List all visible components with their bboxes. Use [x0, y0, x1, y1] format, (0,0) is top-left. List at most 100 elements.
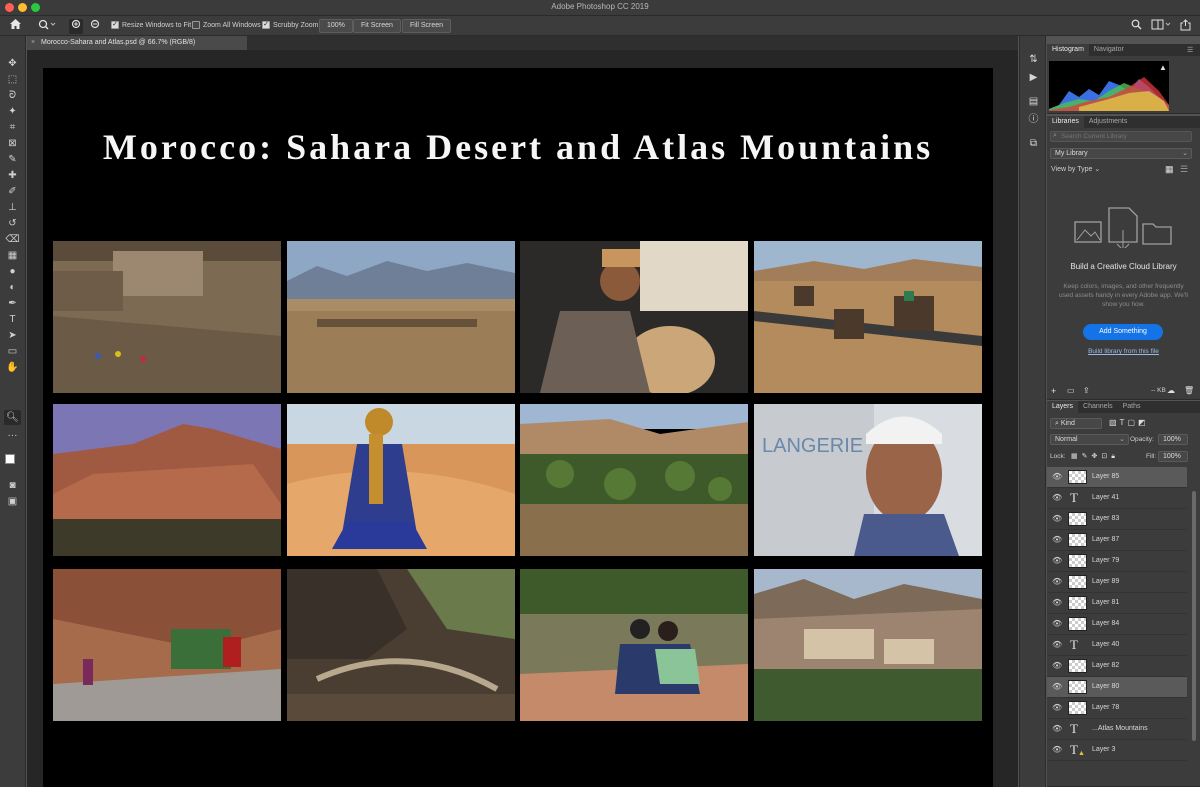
- layer-row[interactable]: 👁︎ Layer 83: [1047, 509, 1187, 530]
- photo-blue-turban-dunes[interactable]: [287, 404, 515, 556]
- magnifier-icon[interactable]: [36, 19, 58, 34]
- library-select[interactable]: My Library ⌄: [1050, 148, 1192, 159]
- layer-row[interactable]: 👁︎ Layer 82: [1047, 656, 1187, 677]
- zoom-all-windows-checkbox[interactable]: Zoom All Windows: [192, 21, 261, 29]
- view-by-type-dropdown[interactable]: View by Type ⌄: [1051, 165, 1100, 173]
- layer-filter-kind-select[interactable]: ⌕ Kind: [1050, 418, 1102, 429]
- info-icon[interactable]: ⓘ: [1025, 112, 1042, 127]
- visibility-eye-icon[interactable]: 👁︎: [1052, 535, 1062, 544]
- photo-mule-caravan[interactable]: [754, 241, 982, 393]
- trash-icon[interactable]: 🗑︎: [1184, 386, 1194, 395]
- photo-stone-village[interactable]: [53, 241, 281, 393]
- photo-man-with-sheep[interactable]: [520, 241, 748, 393]
- photo-caravan-plain[interactable]: [287, 241, 515, 393]
- library-search-input[interactable]: [1050, 131, 1192, 142]
- tab-histogram[interactable]: Histogram: [1047, 44, 1089, 56]
- warning-icon[interactable]: ▲: [1159, 63, 1167, 72]
- visibility-eye-icon[interactable]: 👁︎: [1052, 556, 1062, 565]
- tab-layers[interactable]: Layers: [1047, 401, 1079, 413]
- layer-row[interactable]: 👁︎ T Layer 40: [1047, 635, 1187, 656]
- grid-view-icon[interactable]: ▦: [1165, 164, 1174, 175]
- tab-libraries[interactable]: Libraries: [1047, 116, 1084, 128]
- zoom-out-icon[interactable]: [88, 19, 102, 34]
- lasso-tool-icon[interactable]: ᘐ: [4, 88, 21, 103]
- list-view-icon[interactable]: ☰: [1180, 164, 1188, 175]
- visibility-eye-icon[interactable]: 👁︎: [1052, 703, 1062, 712]
- properties-icon[interactable]: ▤: [1025, 94, 1042, 109]
- layer-row[interactable]: 👁︎ Layer 79: [1047, 551, 1187, 572]
- blend-mode-select[interactable]: Normal ⌄: [1050, 434, 1129, 445]
- layers-scrollbar[interactable]: [1192, 491, 1196, 741]
- photo-mountain-village[interactable]: [754, 569, 982, 721]
- photo-kasbah-village[interactable]: [53, 404, 281, 556]
- crop-tool-icon[interactable]: ⌗: [4, 120, 21, 135]
- visibility-eye-icon[interactable]: 👁︎: [1052, 619, 1062, 628]
- hand-tool-icon[interactable]: ✋: [4, 360, 21, 375]
- quick-mask-icon[interactable]: ◙: [4, 478, 21, 493]
- layer-row[interactable]: 👁︎ T ▲ Layer 3: [1047, 740, 1187, 761]
- visibility-eye-icon[interactable]: 👁︎: [1052, 682, 1062, 691]
- pen-tool-icon[interactable]: ✒: [4, 296, 21, 311]
- visibility-eye-icon[interactable]: 👁︎: [1052, 493, 1062, 502]
- fill-screen-button[interactable]: Fill Screen: [402, 19, 452, 33]
- fill-input[interactable]: 100%: [1158, 451, 1188, 462]
- dodge-tool-icon[interactable]: ◐: [4, 280, 21, 295]
- brush-tool-icon[interactable]: ✐: [4, 184, 21, 199]
- eraser-tool-icon[interactable]: ⌫: [4, 232, 21, 247]
- visibility-eye-icon[interactable]: 👁︎: [1052, 745, 1062, 754]
- eyedropper-tool-icon[interactable]: ✎: [4, 152, 21, 167]
- layer-row[interactable]: 👁︎ Layer 85: [1047, 467, 1187, 488]
- visibility-eye-icon[interactable]: 👁︎: [1052, 472, 1062, 481]
- tab-channels[interactable]: Channels: [1078, 401, 1118, 413]
- photo-truck-road[interactable]: [53, 569, 281, 721]
- panel-menu-icon[interactable]: ☰: [1187, 46, 1193, 54]
- photo-gorge-trail[interactable]: [287, 569, 515, 721]
- zoom-tool-icon[interactable]: 🔍︎: [4, 410, 21, 425]
- layer-row[interactable]: 👁︎ Layer 81: [1047, 593, 1187, 614]
- history-icon[interactable]: ⇅: [1025, 52, 1042, 67]
- rectangle-tool-icon[interactable]: ▭: [4, 344, 21, 359]
- tab-navigator[interactable]: Navigator: [1089, 44, 1129, 56]
- zoom-100-button[interactable]: 100%: [319, 19, 353, 33]
- home-icon[interactable]: [8, 19, 22, 33]
- lock-options-icons[interactable]: ▦✎✥⊡🔒︎: [1071, 452, 1119, 461]
- layer-row[interactable]: 👁︎ Layer 80: [1047, 677, 1187, 698]
- healing-brush-tool-icon[interactable]: ✚: [4, 168, 21, 183]
- fit-screen-button[interactable]: Fit Screen: [353, 19, 401, 33]
- more-tools-icon[interactable]: ···: [4, 428, 21, 443]
- visibility-eye-icon[interactable]: 👁︎: [1052, 598, 1062, 607]
- gradient-tool-icon[interactable]: ▦: [4, 248, 21, 263]
- share-icon[interactable]: [1178, 19, 1192, 35]
- photo-lingerie-man[interactable]: LANGERIE: [754, 404, 982, 556]
- visibility-eye-icon[interactable]: 👁︎: [1052, 640, 1062, 649]
- magic-wand-tool-icon[interactable]: ✦: [4, 104, 21, 119]
- frame-tool-icon[interactable]: ⊠: [4, 136, 21, 151]
- foreground-color-swatch[interactable]: [5, 454, 15, 464]
- artboard[interactable]: Morocco: Sahara Desert and Atlas Mountai…: [43, 68, 993, 787]
- build-library-link[interactable]: Build library from this file: [1047, 348, 1200, 355]
- document-tab[interactable]: × Morocco-Sahara and Atlas.psd @ 66.7% (…: [27, 36, 247, 50]
- visibility-eye-icon[interactable]: 👁︎: [1052, 724, 1062, 733]
- close-tab-icon[interactable]: ×: [31, 36, 35, 50]
- scrubby-zoom-checkbox[interactable]: ✓ Scrubby Zoom: [262, 21, 319, 29]
- layer-row[interactable]: 👁︎ T ...Atlas Mountains: [1047, 719, 1187, 740]
- move-tool-icon[interactable]: ✥: [4, 56, 21, 71]
- visibility-eye-icon[interactable]: 👁︎: [1052, 514, 1062, 523]
- clone-stamp-tool-icon[interactable]: ⊥: [4, 200, 21, 215]
- path-selection-tool-icon[interactable]: ➤: [4, 328, 21, 343]
- add-something-button[interactable]: Add Something: [1083, 324, 1163, 340]
- screen-mode-icon[interactable]: ▣: [4, 494, 21, 509]
- comps-icon[interactable]: ⧉: [1025, 136, 1042, 151]
- layer-row[interactable]: 👁︎ T Layer 41: [1047, 488, 1187, 509]
- visibility-eye-icon[interactable]: 👁︎: [1052, 661, 1062, 670]
- actions-play-icon[interactable]: ▶: [1025, 70, 1042, 85]
- history-brush-tool-icon[interactable]: ↺: [4, 216, 21, 231]
- resize-windows-checkbox[interactable]: ✓ Resize Windows to Fit: [111, 21, 191, 29]
- type-tool-icon[interactable]: T: [4, 312, 21, 327]
- photo-women-reading[interactable]: [520, 569, 748, 721]
- layer-row[interactable]: 👁︎ Layer 87: [1047, 530, 1187, 551]
- layer-row[interactable]: 👁︎ Layer 78: [1047, 698, 1187, 719]
- canvas-area[interactable]: Morocco: Sahara Desert and Atlas Mountai…: [27, 50, 1018, 787]
- zoom-in-icon[interactable]: [69, 19, 83, 34]
- workspace-switcher-icon[interactable]: [1150, 19, 1172, 34]
